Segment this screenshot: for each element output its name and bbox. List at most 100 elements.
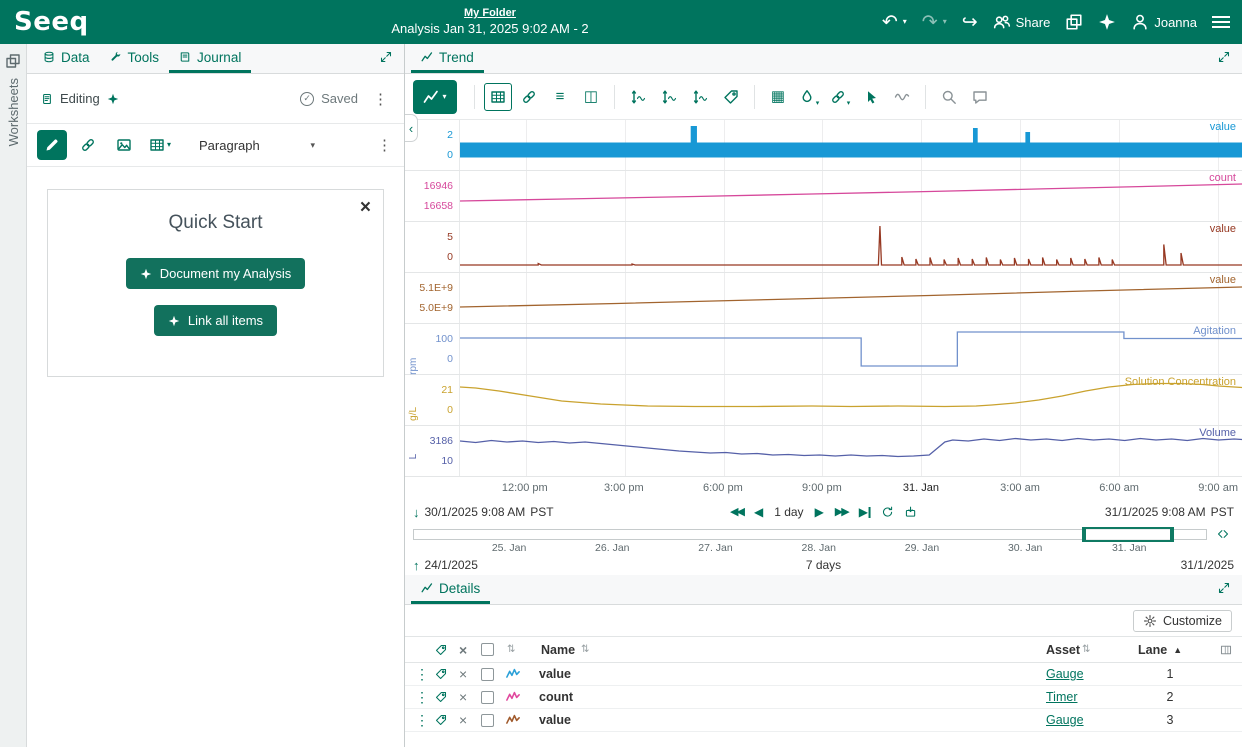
chain-view-button[interactable] xyxy=(515,83,543,111)
row-checkbox[interactable] xyxy=(481,668,494,681)
trend-lanes[interactable]: 20value1694616658count50value5.1E+95.0E+… xyxy=(405,120,1242,477)
lane-plot[interactable]: Agitation xyxy=(459,324,1242,374)
row-menu-button[interactable]: ⋮ xyxy=(415,712,435,729)
tab-trend[interactable]: Trend xyxy=(411,44,484,73)
column-options-button[interactable] xyxy=(1202,644,1232,656)
one-axis-button[interactable] xyxy=(655,83,683,111)
auto-update-button[interactable] xyxy=(882,506,894,518)
lane-plot[interactable]: Volume xyxy=(459,426,1242,476)
seeq-logo[interactable]: Seeq xyxy=(14,7,89,37)
lane-plot[interactable]: value xyxy=(459,222,1242,272)
paragraph-style-select[interactable]: Paragraph▾ xyxy=(193,134,321,157)
lane-plot[interactable]: value xyxy=(459,120,1242,170)
restore-button[interactable]: ↪ xyxy=(962,13,978,32)
row-checkbox[interactable] xyxy=(481,714,494,727)
lane-y-axis[interactable]: 5.1E+95.0E+9 xyxy=(405,273,459,323)
annotate-pen-button[interactable] xyxy=(37,130,67,160)
bulk-remove-button[interactable]: × xyxy=(459,642,481,658)
samples-button[interactable]: ▾ xyxy=(795,83,823,111)
rewind-button[interactable]: ◀◀ xyxy=(730,507,743,518)
bulk-tag-button[interactable] xyxy=(435,644,459,656)
range-duration[interactable]: 1 day xyxy=(774,505,803,519)
details-row[interactable]: ⋮×countTimer2 xyxy=(405,686,1242,709)
undo-button[interactable]: ↶▾ xyxy=(882,13,907,32)
step-forward-button[interactable]: ▶ xyxy=(815,506,824,518)
lane-plot[interactable]: count xyxy=(459,171,1242,221)
fast-forward-button[interactable]: ▶▶ xyxy=(835,507,848,518)
overview-end[interactable]: 31/1/2025 xyxy=(1181,558,1234,572)
hamburger-menu-button[interactable] xyxy=(1212,21,1230,23)
breadcrumb[interactable]: My Folder xyxy=(464,7,516,19)
trend-expand-button[interactable] xyxy=(1212,51,1236,66)
one-lane-button[interactable] xyxy=(624,83,652,111)
labels-button[interactable] xyxy=(717,83,745,111)
lane-plot[interactable]: value xyxy=(459,273,1242,323)
sort-type-button[interactable]: ⇅ xyxy=(507,644,541,655)
worksheets-overview-button[interactable] xyxy=(1065,13,1083,31)
lane-y-axis[interactable]: rpm1000 xyxy=(405,324,459,374)
row-asset-link[interactable]: Timer xyxy=(1046,690,1077,704)
overview-scrubber[interactable] xyxy=(413,529,1207,540)
redo-button[interactable]: ↷▾ xyxy=(922,13,947,32)
lane-y-axis[interactable]: L318610 xyxy=(405,426,459,476)
column-header-name[interactable]: Name⇅ xyxy=(541,643,1046,657)
interpolation-button[interactable]: ▾ xyxy=(826,83,854,111)
tab-tools[interactable]: Tools xyxy=(100,44,170,73)
document-analysis-button[interactable]: Document my Analysis xyxy=(126,258,306,289)
row-asset-link[interactable]: Gauge xyxy=(1046,667,1084,681)
share-button[interactable]: Share xyxy=(993,13,1051,31)
insert-image-button[interactable] xyxy=(109,130,139,160)
user-menu[interactable]: Joanna xyxy=(1131,13,1197,31)
range-end[interactable]: 31/1/2025 9:08 AM PST xyxy=(1105,505,1234,519)
capsule-time-button[interactable]: ≡ xyxy=(546,83,574,111)
row-menu-button[interactable]: ⋮ xyxy=(415,689,435,706)
row-menu-button[interactable]: ⋮ xyxy=(415,666,435,683)
autoscale-button[interactable] xyxy=(686,83,714,111)
column-header-lane[interactable]: Lane▲ xyxy=(1138,643,1202,657)
table-view-button[interactable] xyxy=(484,83,512,111)
details-row[interactable]: ⋮×valueGauge3 xyxy=(405,709,1242,732)
journal-expand-button[interactable] xyxy=(374,51,398,66)
worksheets-rail[interactable]: Worksheets xyxy=(0,44,27,747)
lane-y-axis[interactable]: 1694616658 xyxy=(405,171,459,221)
row-asset-link[interactable]: Gauge xyxy=(1046,713,1084,727)
customize-button[interactable]: Customize xyxy=(1133,610,1232,632)
column-header-asset[interactable]: Asset⇅ xyxy=(1046,643,1138,657)
annotation-button[interactable] xyxy=(966,83,994,111)
capture-range-button[interactable] xyxy=(905,506,917,518)
range-end-date[interactable]: 31/1/2025 9:08 AM xyxy=(1105,505,1206,519)
lane-plot[interactable]: Solution Concentration xyxy=(459,375,1242,425)
fit-selection-button[interactable] xyxy=(1212,528,1234,540)
details-expand-button[interactable] xyxy=(1212,582,1236,597)
dimming-button[interactable] xyxy=(888,83,916,111)
row-remove-button[interactable]: × xyxy=(459,712,481,728)
insert-table-button[interactable]: ▾ xyxy=(145,130,175,160)
range-start[interactable]: ↓ 30/1/2025 9:08 AM PST xyxy=(413,505,554,520)
display-type-button[interactable]: ▾ xyxy=(413,80,457,114)
overview-duration[interactable]: 7 days xyxy=(806,558,841,572)
select-all-checkbox[interactable] xyxy=(481,643,494,656)
journal-more-menu[interactable]: ⋮ xyxy=(369,136,394,154)
trend-x-axis[interactable]: 12:00 pm3:00 pm6:00 pm9:00 pm31. Jan3:00… xyxy=(459,477,1242,499)
lane-y-axis[interactable]: 50 xyxy=(405,222,459,272)
compare-view-button[interactable]: ◫ xyxy=(577,83,605,111)
gridlines-button[interactable]: ▦ xyxy=(764,83,792,111)
pointer-button[interactable] xyxy=(857,83,885,111)
row-remove-button[interactable]: × xyxy=(459,689,481,705)
lane-y-axis[interactable]: g/L210 xyxy=(405,375,459,425)
zoom-button[interactable] xyxy=(935,83,963,111)
tab-data[interactable]: Data xyxy=(33,44,100,73)
row-checkbox[interactable] xyxy=(481,691,494,704)
details-row[interactable]: ⋮×valueGauge1 xyxy=(405,663,1242,686)
range-start-date[interactable]: 30/1/2025 9:08 AM xyxy=(425,505,526,519)
step-to-end-button[interactable]: ▶ xyxy=(859,506,871,518)
row-tag-button[interactable] xyxy=(435,691,459,703)
link-all-items-button[interactable]: Link all items xyxy=(154,305,277,336)
step-back-button[interactable]: ◀ xyxy=(754,506,763,518)
journal-status-menu[interactable]: ⋮ xyxy=(365,90,390,108)
row-remove-button[interactable]: × xyxy=(459,666,481,682)
insert-link-button[interactable] xyxy=(73,130,103,160)
tab-details[interactable]: Details xyxy=(411,575,490,604)
row-tag-button[interactable] xyxy=(435,668,459,680)
row-tag-button[interactable] xyxy=(435,714,459,726)
